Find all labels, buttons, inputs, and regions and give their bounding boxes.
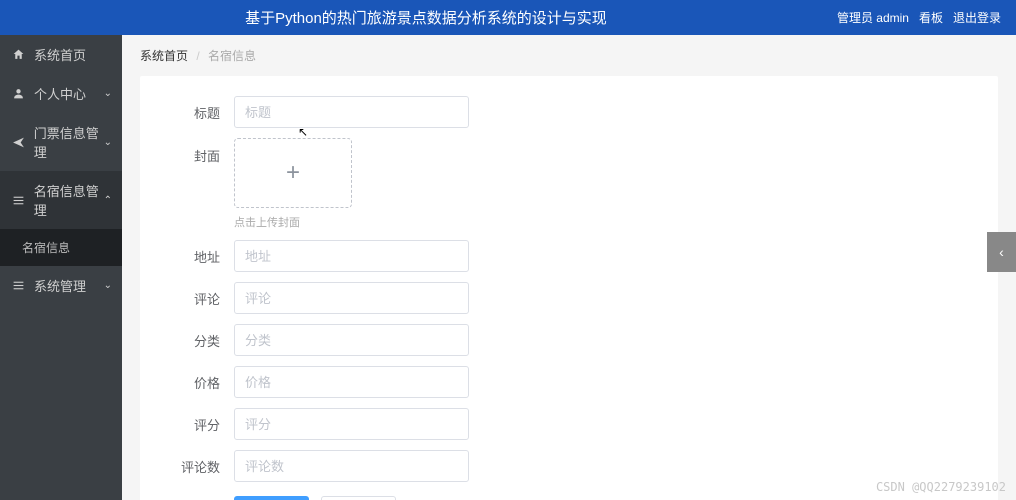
sidebar-item-tickets[interactable]: 门票信息管理 ⌄ xyxy=(0,113,122,171)
breadcrumb-separator: / xyxy=(196,49,199,63)
label-comment: 评论 xyxy=(170,289,220,308)
chevron-left-icon: ‹ xyxy=(999,244,1004,260)
input-rating[interactable] xyxy=(234,408,469,440)
sidebar-item-label: 个人中心 xyxy=(34,84,86,103)
send-icon xyxy=(12,136,26,149)
upload-cover[interactable]: + xyxy=(234,138,352,208)
input-comment-count[interactable] xyxy=(234,450,469,482)
admin-label[interactable]: 管理员 admin xyxy=(837,9,909,26)
main-content: 系统首页 / 名宿信息 标题 封面 + 点击上传封面 地址 xyxy=(122,35,1016,500)
sidebar-item-system[interactable]: 系统管理 ⌄ xyxy=(0,266,122,305)
sidebar-item-profile[interactable]: 个人中心 ⌄ xyxy=(0,74,122,113)
user-icon xyxy=(12,87,26,100)
input-address[interactable] xyxy=(234,240,469,272)
home-icon xyxy=(12,48,26,61)
sidebar-subitem-homestay-info[interactable]: 名宿信息 xyxy=(0,229,122,266)
sidebar-item-homestay[interactable]: 名宿信息管理 ⌃ xyxy=(0,171,122,229)
breadcrumb: 系统首页 / 名宿信息 xyxy=(122,35,1016,76)
header-actions: 管理员 admin 看板 退出登录 xyxy=(837,9,1001,26)
label-address: 地址 xyxy=(170,247,220,266)
app-title: 基于Python的热门旅游景点数据分析系统的设计与实现 xyxy=(15,7,837,28)
label-category: 分类 xyxy=(170,331,220,350)
label-cover: 封面 xyxy=(170,138,220,165)
chevron-down-icon: ⌄ xyxy=(104,88,112,99)
upload-hint: 点击上传封面 xyxy=(234,214,352,230)
chevron-up-icon: ⌃ xyxy=(104,195,112,206)
watermark: CSDN @QQ2279239102 xyxy=(876,480,1006,494)
sidebar-item-label: 名宿信息 xyxy=(22,239,70,256)
chevron-down-icon: ⌄ xyxy=(104,137,112,148)
plus-icon: + xyxy=(286,159,300,187)
input-category[interactable] xyxy=(234,324,469,356)
sidebar-item-label: 门票信息管理 xyxy=(34,123,110,161)
logout-link[interactable]: 退出登录 xyxy=(953,9,1001,26)
input-price[interactable] xyxy=(234,366,469,398)
breadcrumb-current: 名宿信息 xyxy=(208,49,256,63)
sidebar-item-label: 系统管理 xyxy=(34,276,86,295)
submit-button[interactable]: 提交 xyxy=(234,496,309,500)
label-rating: 评分 xyxy=(170,415,220,434)
sidebar-item-home[interactable]: 系统首页 xyxy=(0,35,122,74)
sidebar-item-label: 名宿信息管理 xyxy=(34,181,110,219)
cancel-button[interactable]: 取消 xyxy=(321,496,396,500)
list-icon xyxy=(12,194,26,207)
label-comment-count: 评论数 xyxy=(170,457,220,476)
sidebar: 系统首页 个人中心 ⌄ 门票信息管理 ⌄ 名宿信息管理 ⌃ 名宿信息 系统管理 … xyxy=(0,35,122,500)
chevron-down-icon: ⌄ xyxy=(104,280,112,291)
list-icon xyxy=(12,279,26,292)
label-price: 价格 xyxy=(170,373,220,392)
top-header: 基于Python的热门旅游景点数据分析系统的设计与实现 管理员 admin 看板… xyxy=(0,0,1016,35)
input-comment[interactable] xyxy=(234,282,469,314)
board-link[interactable]: 看板 xyxy=(919,9,943,26)
label-title: 标题 xyxy=(170,103,220,122)
input-title[interactable] xyxy=(234,96,469,128)
form-card: 标题 封面 + 点击上传封面 地址 评论 分类 xyxy=(140,76,998,500)
sidebar-item-label: 系统首页 xyxy=(34,45,86,64)
side-panel-toggle[interactable]: ‹ xyxy=(987,232,1016,272)
breadcrumb-root[interactable]: 系统首页 xyxy=(140,49,188,63)
